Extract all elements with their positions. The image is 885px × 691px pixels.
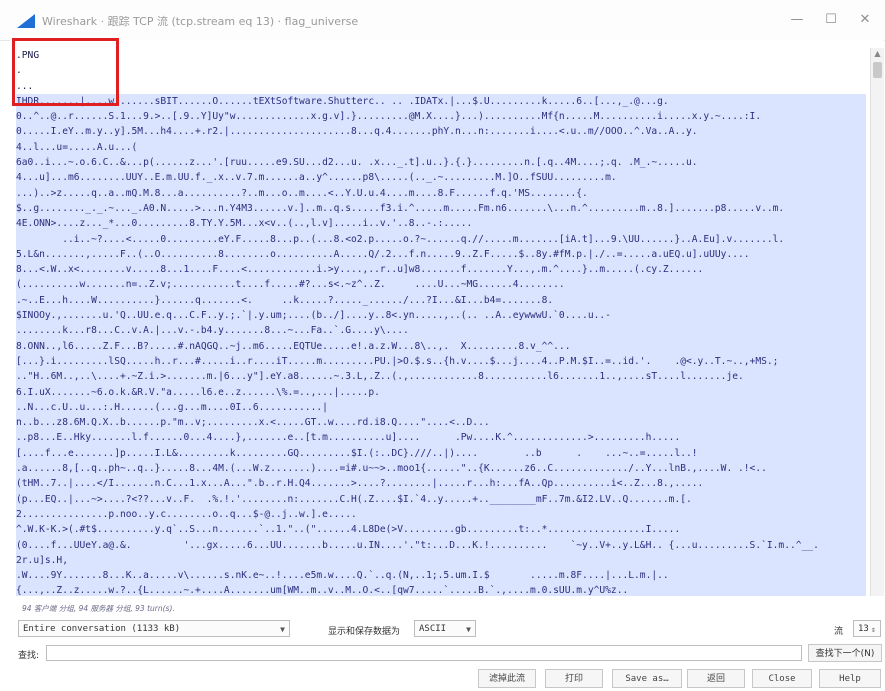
stream-content-pane[interactable]: .PNG.... IHDR.......|....w.......sBIT....…	[10, 40, 884, 598]
stream-line: $INOOy.,.......u.'Q..UU.e.q...C.F..y.;.`…	[16, 308, 866, 324]
help-button[interactable]: Help	[819, 669, 881, 688]
stream-line: {...,..Z..z.....w.?..{L......~.+....A...…	[16, 583, 866, 596]
show-as-label: 显示和保存数据为	[328, 627, 401, 637]
png-header-highlight-box	[12, 38, 119, 106]
print-button[interactable]: 打印	[545, 669, 603, 688]
stream-text[interactable]: .PNG.... IHDR.......|....w.......sBIT....…	[16, 48, 866, 596]
format-select-value: ASCII	[419, 624, 447, 634]
stream-line: ...)..>z.....q..a..mQ.M.8...a..........?…	[16, 185, 866, 201]
back-button[interactable]: 返回	[687, 669, 745, 688]
wireshark-fin-icon	[17, 14, 35, 28]
close-window-button[interactable]: ✕	[850, 6, 880, 34]
minimize-button[interactable]: —	[782, 6, 812, 34]
stream-line: [...}.i.........lSQ.....h..r...#.....i..…	[16, 353, 866, 370]
close-button[interactable]: Close	[752, 669, 812, 688]
stream-line: .."H..6M..,..\....+.~Z.i.>.......m.|6...…	[16, 369, 866, 385]
stream-line: 0..^..@..r......S.1...9.>..[.9..Y]Uy"w..…	[16, 109, 866, 125]
stream-line: 2r.u]s.H,	[16, 552, 866, 569]
scroll-up-arrow-icon[interactable]: ▲	[871, 48, 884, 60]
stream-number-spinbox[interactable]: 13 ⇕	[853, 620, 881, 637]
stream-line: IHDR.......|....w.......sBIT......O.....…	[16, 93, 866, 110]
filter-out-stream-button[interactable]: 滤掉此流	[478, 669, 536, 688]
find-input[interactable]	[46, 645, 802, 661]
dialog-buttons: 滤掉此流 打印 Save as… 返回 Close Help	[0, 667, 885, 689]
stream-line: ..p8...E..Hky.......l.f......0...4....},…	[16, 430, 866, 446]
find-next-button[interactable]: 查找下一个(N)	[808, 644, 882, 662]
stream-line: [....f...e.......]p.....I.L&.........k..…	[16, 445, 866, 462]
stream-line: .PNG	[16, 50, 40, 61]
packet-summary: 94 客户端 分组, 94 服务器 分组, 93 turn(s).	[22, 604, 175, 613]
stream-line: 6.I.uX.......~6.o.k.&R.V."a.....l6.e..z.…	[16, 384, 866, 400]
stream-line: (tHM..7..|....</I.......n.C...1.x...A...…	[16, 476, 866, 492]
title-bar: Wireshark · 跟踪 TCP 流 (tcp.stream eq 13) …	[0, 0, 885, 41]
stream-line: ..N...c.U..u...:.H......(...g...m....0I.…	[16, 399, 866, 416]
stream-line: (0....f...UUeY.a@.&. '...gx.....6...UU..…	[16, 537, 866, 553]
stream-line: (..........w.......n=..Z.v;...........t.…	[16, 277, 866, 293]
stream-line: .a......8,[..q..ph~..q..}.....8...4M.(..…	[16, 461, 866, 477]
stream-line: 8...<.W..x<........v.....8...1....F....<…	[16, 262, 866, 278]
scrollbar-thumb[interactable]	[873, 62, 882, 78]
stream-line: 5.L&n.......,.....F..(..O..........8....…	[16, 246, 866, 263]
conversation-select[interactable]: Entire conversation (1133 kB) ▼	[18, 620, 290, 637]
stream-line: (p...EQ..|...~>....?<??...v..F. .%.!.'..…	[16, 491, 866, 507]
format-select[interactable]: ASCII ▼	[414, 620, 476, 637]
stream-line: .W....9Y.......8...K..a.....v\......s.nK…	[16, 568, 866, 584]
chevron-down-icon: ▼	[466, 625, 471, 634]
stream-label: 流	[834, 627, 844, 637]
find-row: 查找: 查找下一个(N)	[0, 643, 885, 665]
stream-line: $..g........_._.~..._.A0.N.....>...n.Y4M…	[16, 200, 866, 217]
spin-arrows-icon: ⇕	[871, 625, 876, 634]
stream-line: ..i..~?....<.....0.........eY.F.....8...…	[16, 231, 866, 247]
window-title: Wireshark · 跟踪 TCP 流 (tcp.stream eq 13) …	[42, 15, 359, 28]
stream-line: n..b...z8.6M.Q.X..b......p."m..v;.......…	[16, 415, 866, 431]
stream-line: .	[16, 65, 22, 77]
find-label: 查找:	[18, 651, 40, 661]
stream-line: 4..l...u=.....A.u...(	[16, 139, 866, 156]
stream-line: 2...............p.noo..y.c........o..q..…	[16, 506, 866, 523]
stream-line: .~..E...h....W..........}......q.......<…	[16, 292, 866, 309]
controls-row: Entire conversation (1133 kB) ▼ 显示和保存数据为…	[0, 618, 885, 640]
stream-line: ...	[16, 80, 34, 92]
stream-line: 6a0..i...~.o.6.C..&...p(......z...'.[ruu…	[16, 155, 866, 171]
stream-line: ........k...r8...C..v.A.|...v.-.b4.y....…	[16, 323, 866, 339]
stream-line: 4...u]...m6........UUY..E.m.UU.f._.x..v.…	[16, 170, 866, 186]
stream-line: 0.....I.eY..m.y..y].5M...h4....+.r2.|...…	[16, 124, 866, 140]
vertical-scrollbar[interactable]: ▲	[870, 48, 884, 596]
stream-line: 4E.ONN>....z..._*...0.........8.TY.Y.5M.…	[16, 216, 866, 232]
maximize-button[interactable]: ☐	[816, 6, 846, 34]
stream-line: 8.ONN..,l6.....Z.F...B?.....#.nAQGQ..~j.…	[16, 338, 866, 354]
save-as-button[interactable]: Save as…	[612, 669, 682, 688]
conversation-select-value: Entire conversation (1133 kB)	[23, 624, 181, 634]
stream-number-value: 13	[858, 624, 869, 634]
stream-line: ^.W.K-K.>(.#t$..........y.q`..S...n.....…	[16, 522, 866, 538]
chevron-down-icon: ▼	[280, 625, 285, 634]
